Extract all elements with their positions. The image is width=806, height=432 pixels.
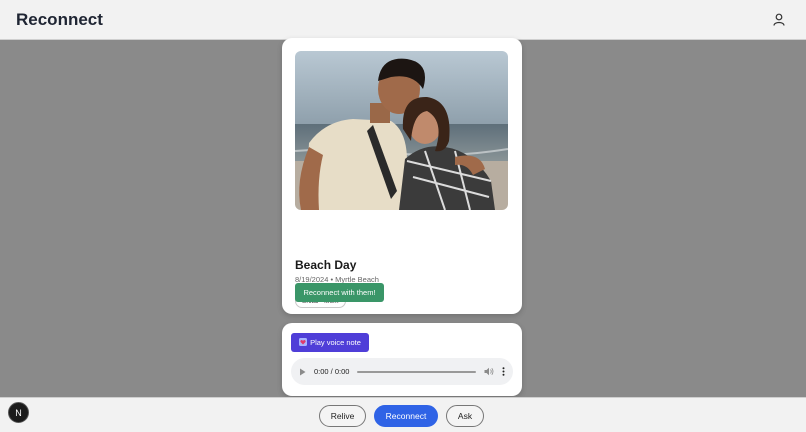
voice-note-card: Play voice note 0:00 / 0:00 <box>282 323 522 396</box>
audio-progress-bar[interactable] <box>357 370 476 373</box>
nav-reconnect-button[interactable]: Reconnect <box>374 405 438 427</box>
heart-icon <box>299 337 308 348</box>
play-voice-note-label: Play voice note <box>310 338 361 347</box>
volume-icon[interactable] <box>484 363 494 381</box>
play-icon[interactable] <box>299 363 306 381</box>
user-icon[interactable] <box>768 9 790 31</box>
nav-relive-button[interactable]: Relive <box>319 405 366 427</box>
memory-card: Beach Day 8/19/2024 • Myrtle Beach Shita… <box>282 38 522 314</box>
nav-ask-button[interactable]: Ask <box>446 405 484 427</box>
memory-title: Beach Day <box>295 258 357 272</box>
bottom-nav: Relive Reconnect Ask <box>0 397 806 432</box>
top-bar: Reconnect <box>0 0 806 40</box>
dev-tools-badge[interactable]: N <box>8 402 29 423</box>
memory-photo <box>295 51 508 210</box>
reconnect-with-them-button[interactable]: Reconnect with them! <box>295 283 384 302</box>
audio-player: 0:00 / 0:00 <box>291 358 513 385</box>
play-voice-note-button[interactable]: Play voice note <box>291 333 369 352</box>
more-options-icon[interactable] <box>502 363 505 381</box>
audio-time: 0:00 / 0:00 <box>314 367 350 376</box>
app-title: Reconnect <box>16 9 103 29</box>
